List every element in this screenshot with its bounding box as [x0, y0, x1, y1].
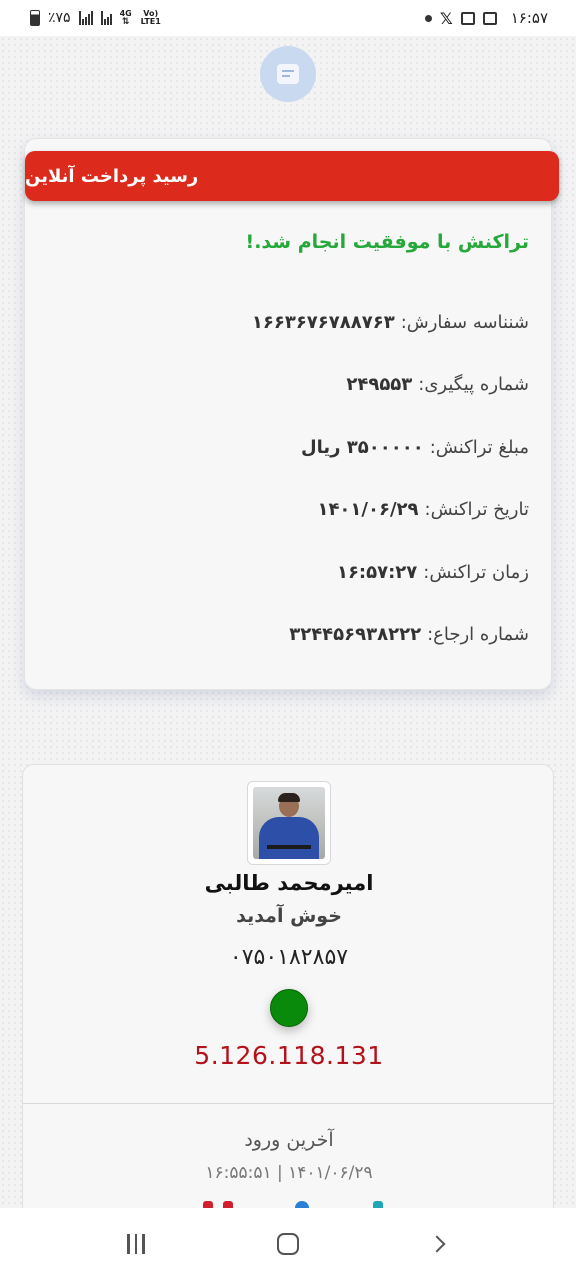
volte-icon: Vo) LTE1 [140, 10, 162, 26]
network-icon: 4G ⇅ [119, 9, 132, 27]
volte-label: Vo) LTE1 [140, 9, 161, 26]
amount-row: مبلغ تراکنش: ۳۵۰۰۰۰۰ ریال [49, 416, 529, 479]
photo-body [259, 817, 319, 859]
photo-belt [267, 845, 311, 849]
recents-icon [127, 1234, 145, 1254]
document-icon [277, 64, 299, 84]
receipt-card: رسید پرداخت آنلاین تراکنش با موفقیت انجا… [24, 138, 559, 690]
row-value: ۱۶۶۳۶۷۶۷۸۸۷۶۳ [251, 311, 395, 333]
chevron-right-icon [428, 1235, 446, 1253]
signal-icon [78, 11, 93, 25]
status-right: 𝕏 ۱۶:۵۷ [424, 8, 548, 28]
profile-card: امیرمحمد طالبی خوش آمدید ۰۷۵۰۱۸۲۸۵۷ 5.12… [22, 764, 554, 1280]
photo-hair [278, 793, 300, 802]
row-label: زمان تراکنش: [423, 561, 529, 583]
recents-button[interactable] [106, 1214, 166, 1274]
row-value: ۲۴۹۵۵۳ [346, 374, 413, 396]
user-name: امیرمحمد طالبی [204, 871, 374, 895]
home-icon [277, 1233, 299, 1255]
home-button[interactable] [258, 1214, 318, 1274]
row-value: ۱۶:۵۷:۲۷ [336, 561, 418, 583]
x-icon: 𝕏 [439, 8, 453, 28]
row-value: ۱۴۰۱/۰۶/۲۹ [317, 499, 419, 521]
receipt-title: رسید پرداخت آنلاین [25, 151, 559, 201]
date-row: تاریخ تراکنش: ۱۴۰۱/۰۶/۲۹ [49, 479, 529, 542]
dot-icon [424, 14, 432, 22]
receipt-icon [260, 46, 316, 102]
receipt-rows: شنناسه سفارش: ۱۶۶۳۶۷۶۷۸۸۷۶۳ شماره پیگیری… [49, 291, 529, 666]
welcome-text: خوش آمدید [236, 905, 342, 927]
status-left: ٪۷۵ 4G ⇅ Vo) LTE1 [30, 9, 162, 27]
divider [23, 1103, 553, 1104]
row-label: تاریخ تراکنش: [424, 499, 530, 521]
navigation-bar [0, 1208, 576, 1280]
row-value: ۳۵۰۰۰۰۰ ریال [301, 436, 424, 458]
success-message: تراکنش با موفقیت انجام شد.! [245, 231, 529, 253]
clock: ۱۶:۵۷ [510, 9, 548, 27]
status-bar: ٪۷۵ 4G ⇅ Vo) LTE1 𝕏 ۱۶:۵۷ [0, 0, 576, 36]
order-id-row: شنناسه سفارش: ۱۶۶۳۶۷۶۷۸۸۷۶۳ [49, 291, 529, 354]
profile-photo [253, 787, 325, 859]
last-login-label: آخرین ورود [244, 1129, 334, 1151]
news-icon [482, 11, 497, 25]
online-status-indicator [270, 989, 308, 1027]
row-value: ۳۲۴۴۵۶۹۳۸۲۲۲ [289, 624, 422, 646]
battery-icon [30, 10, 40, 26]
last-login-value: ۱۶:۵۵:۵۱ | ۱۴۰۱/۰۶/۲۹ [205, 1163, 373, 1183]
gallery-icon [460, 11, 475, 25]
ip-address: 5.126.118.131 [194, 1041, 384, 1070]
tracking-number-row: شماره پیگیری: ۲۴۹۵۵۳ [49, 354, 529, 417]
time-row: زمان تراکنش: ۱۶:۵۷:۲۷ [49, 541, 529, 604]
battery-level: ٪۷۵ [48, 10, 71, 26]
avatar[interactable] [247, 781, 331, 865]
user-code: ۰۷۵۰۱۸۲۸۵۷ [229, 945, 349, 970]
signal-icon [100, 11, 112, 25]
receipt-body: تراکنش با موفقیت انجام شد.! شنناسه سفارش… [49, 231, 529, 666]
reference-number-row: شماره ارجاع: ۳۲۴۴۵۶۹۳۸۲۲۲ [49, 604, 529, 667]
row-label: شنناسه سفارش: [400, 311, 529, 333]
row-label: شماره پیگیری: [418, 374, 529, 396]
row-label: مبلغ تراکنش: [429, 436, 529, 458]
back-button[interactable] [410, 1214, 470, 1274]
row-label: شماره ارجاع: [427, 624, 529, 646]
